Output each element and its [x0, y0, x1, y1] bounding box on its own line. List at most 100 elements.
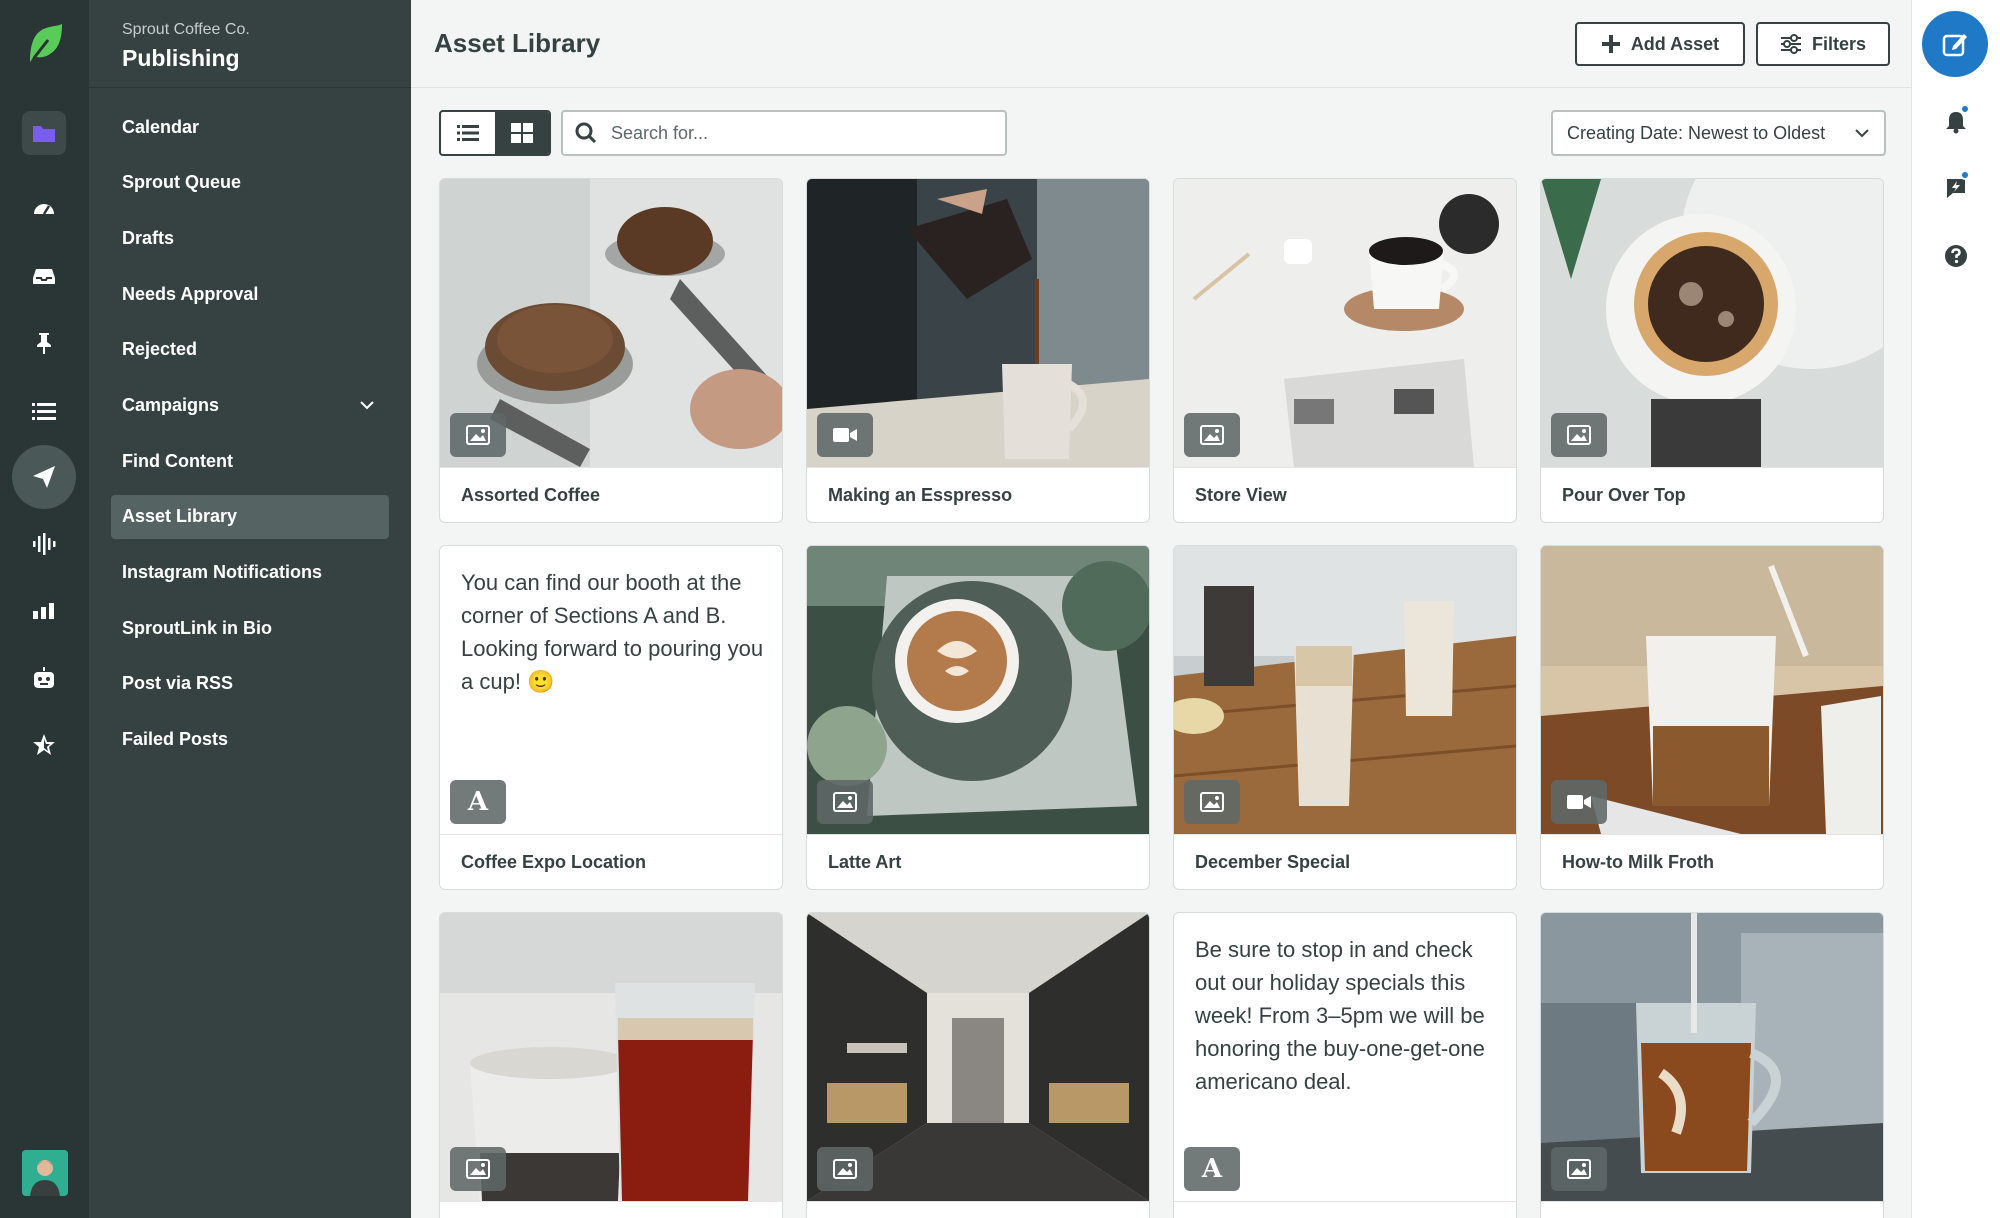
nav-item-label: Drafts	[122, 227, 175, 248]
list-view-icon	[457, 125, 479, 141]
asset-title: Coffee Expo Location	[440, 834, 782, 889]
help-icon	[1945, 245, 1967, 267]
asset-title: Latte Art	[807, 834, 1149, 889]
bar-chart-icon[interactable]	[22, 589, 66, 633]
nav-item-rejected[interactable]: Rejected	[111, 328, 389, 372]
asset-title: Assorted Coffee	[440, 467, 782, 522]
asset-thumbnail	[440, 913, 782, 1201]
image-type-badge	[450, 1147, 506, 1191]
paper-plane-icon[interactable]	[12, 445, 76, 509]
inbox-icon[interactable]	[22, 254, 66, 298]
image-icon	[466, 425, 490, 445]
sliders-icon	[1780, 34, 1801, 54]
nav-header: Sprout Coffee Co. Publishing	[89, 0, 411, 88]
nav-item-post-via-rss[interactable]: Post via RSS	[111, 662, 389, 706]
publishing-nav: Sprout Coffee Co. Publishing Calendar Sp…	[89, 0, 411, 1218]
asset-card[interactable]: December Special	[1173, 545, 1517, 890]
asset-card[interactable]: You can find our booth at the corner of …	[439, 545, 783, 890]
nav-item-label: Sprout Queue	[122, 172, 242, 193]
search-input[interactable]	[611, 122, 991, 144]
image-icon	[1200, 792, 1224, 812]
nav-item-label: Instagram Notifications	[122, 562, 323, 582]
icon-rail	[0, 0, 89, 1218]
nav-item-label: Failed Posts	[122, 729, 229, 750]
asset-title	[1541, 1201, 1883, 1218]
asset-card[interactable]: Making an Esspresso	[806, 178, 1150, 523]
org-name: Sprout Coffee Co.	[122, 21, 250, 38]
bot-icon[interactable]	[22, 656, 66, 700]
image-icon	[833, 792, 857, 812]
image-icon	[1567, 1159, 1591, 1179]
notifications-button[interactable]	[1934, 100, 1978, 144]
audio-wave-icon[interactable]	[22, 522, 66, 566]
nav-item-campaigns[interactable]: Campaigns	[111, 383, 389, 427]
asset-card[interactable]: Assorted Coffee	[439, 178, 783, 523]
user-avatar[interactable]	[22, 1150, 68, 1196]
nav-item-sprout-queue[interactable]: Sprout Queue	[111, 161, 389, 205]
nav-item-failed-posts[interactable]: Failed Posts	[111, 718, 389, 762]
filters-label: Filters	[1811, 33, 1867, 54]
video-camera-icon	[833, 428, 857, 442]
nav-item-label: SproutLink in Bio	[122, 617, 272, 638]
star-icon[interactable]	[22, 723, 66, 767]
asset-card[interactable]	[806, 912, 1150, 1218]
page-title: Asset Library	[434, 28, 601, 58]
activity-button[interactable]	[1934, 166, 1978, 210]
filters-button[interactable]: Filters	[1756, 22, 1890, 66]
section-title: Publishing	[122, 45, 240, 71]
grid-view-icon	[511, 123, 533, 143]
nav-item-asset-library[interactable]: Asset Library	[111, 494, 389, 539]
folder-icon[interactable]	[22, 111, 66, 155]
nav-item-label: Post via RSS	[122, 673, 234, 694]
help-button[interactable]	[1934, 234, 1978, 278]
nav-item-label: Campaigns	[122, 394, 220, 415]
nav-item-needs-approval[interactable]: Needs Approval	[111, 272, 389, 316]
nav-item-drafts[interactable]: Drafts	[111, 216, 389, 260]
asset-card[interactable]: How-to Milk Froth	[1540, 545, 1884, 890]
asset-title	[807, 1201, 1149, 1218]
asset-card[interactable]: Pour Over Top	[1540, 178, 1884, 523]
nav-item-label: Asset Library	[122, 506, 238, 527]
chevron-down-icon	[360, 401, 374, 410]
compose-button[interactable]	[1922, 11, 1988, 77]
grid-view-button[interactable]	[495, 112, 549, 154]
nav-item-calendar[interactable]: Calendar	[111, 105, 389, 149]
nav-item-instagram-notifications[interactable]: Instagram Notifications	[111, 551, 389, 595]
text-type-badge: A	[450, 780, 506, 824]
asset-thumbnail	[807, 546, 1149, 834]
asset-title: December Special	[1174, 834, 1516, 889]
view-toggle	[439, 110, 551, 156]
image-type-badge	[1184, 413, 1240, 457]
nav-item-find-content[interactable]: Find Content	[111, 439, 389, 483]
nav-item-label: Find Content	[122, 450, 233, 471]
asset-card[interactable]: Latte Art	[806, 545, 1150, 890]
video-type-badge	[817, 413, 873, 457]
image-icon	[1200, 425, 1224, 445]
asset-card[interactable]: Store View	[1173, 178, 1517, 523]
page-header: Asset Library Add Asset Filters	[411, 0, 1911, 88]
image-icon	[1567, 425, 1591, 445]
asset-card[interactable]	[1540, 912, 1884, 1218]
asset-thumbnail	[807, 179, 1149, 467]
asset-card[interactable]	[439, 912, 783, 1218]
text-badge-letter: A	[1201, 1153, 1223, 1184]
asset-title: Pour Over Top	[1541, 467, 1883, 522]
asset-card[interactable]: Be sure to stop in and check out our hol…	[1173, 912, 1517, 1218]
text-asset-body: Be sure to stop in and check out our hol…	[1174, 913, 1516, 1201]
gauge-icon[interactable]	[22, 187, 66, 231]
nav-item-label: Rejected	[122, 339, 198, 360]
image-type-badge	[450, 413, 506, 457]
add-asset-button[interactable]: Add Asset	[1575, 22, 1745, 66]
asset-title: How-to Milk Froth	[1541, 834, 1883, 889]
chevron-down-icon	[1855, 129, 1869, 138]
plus-icon	[1601, 35, 1620, 53]
pin-icon[interactable]	[22, 321, 66, 365]
leaf-logo-icon[interactable]	[24, 22, 66, 66]
list-icon[interactable]	[22, 389, 66, 433]
list-view-button[interactable]	[441, 112, 495, 154]
asset-title: Store View	[1174, 467, 1516, 522]
nav-item-sproutlink-in-bio[interactable]: SproutLink in Bio	[111, 606, 389, 650]
sort-dropdown[interactable]: Creating Date: Newest to Oldest	[1551, 110, 1886, 156]
nav-list: Calendar Sprout Queue Drafts Needs Appro…	[111, 105, 389, 773]
nav-item-label: Needs Approval	[122, 283, 259, 304]
